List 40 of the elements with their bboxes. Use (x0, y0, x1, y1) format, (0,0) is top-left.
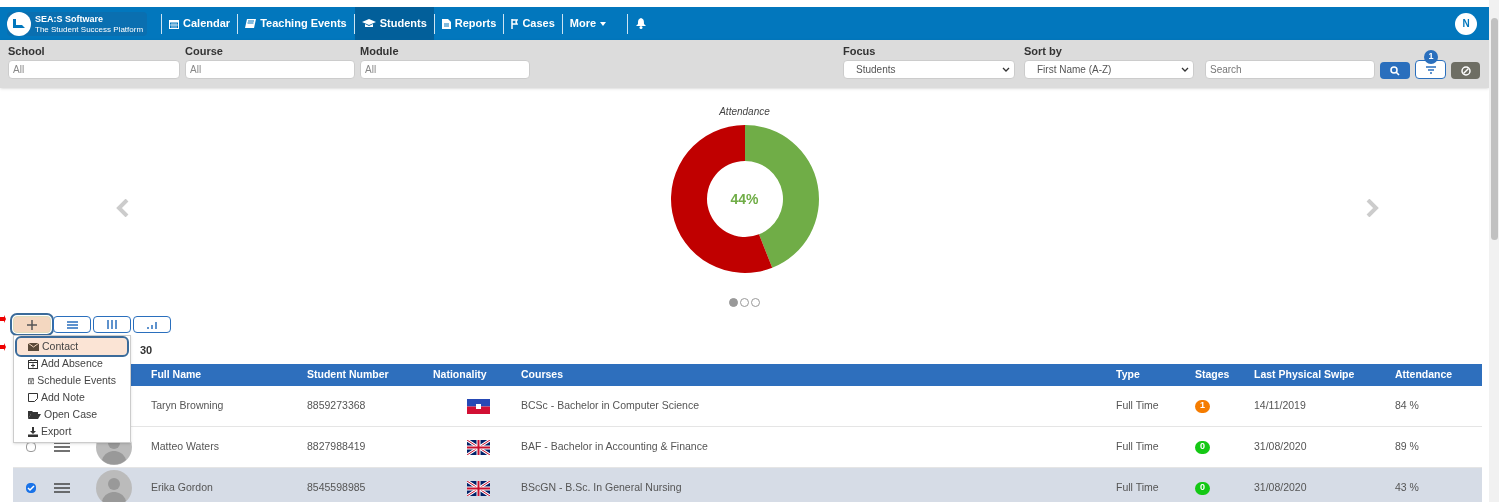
chart-center-label: 44% (729, 190, 760, 208)
table-cell-text: 14/11/2019 (1254, 398, 1307, 414)
field-label: Course (185, 44, 224, 59)
field-label: Focus (843, 44, 877, 59)
column-header: Attendance (1395, 367, 1454, 383)
field-label: Module (360, 44, 400, 59)
table-cell-text: 43 % (1395, 480, 1420, 496)
table-cell-text: 8859273368 (307, 398, 367, 414)
table-cell-text: 31/08/2020 (1254, 439, 1308, 455)
table-cell-text: Matteo Waters (151, 439, 220, 455)
chart-title: Attendance (719, 105, 770, 119)
result-count: 30 (140, 342, 153, 358)
table-cell-text: 84 % (1395, 398, 1420, 414)
column-header: Last Physical Swipe (1254, 367, 1356, 383)
logo-title: SEA:S Software (35, 13, 104, 24)
table-cell-text: 89 % (1395, 439, 1420, 455)
table-cell-text: 8827988419 (307, 439, 367, 455)
table-cell-text: 31/08/2020 (1254, 480, 1308, 496)
stage-badge: 0 (1195, 481, 1210, 495)
table-cell-text: 8545598985 (307, 480, 367, 496)
table-cell-text: Erika Gordon (151, 480, 214, 496)
column-header: Type (1116, 367, 1141, 383)
logo-tagline: The Student Success Platform (35, 24, 144, 34)
table-cell-text: Full Time (1116, 398, 1160, 414)
table-cell-text: Full Time (1116, 480, 1160, 496)
filter-count-badge: 1 (1424, 50, 1438, 64)
table-cell-text: Full Time (1116, 439, 1160, 455)
table-cell-text: Taryn Browning (151, 398, 225, 414)
table-cell-text: BCSc - Bachelor in Computer Science (521, 398, 700, 414)
stage-badge: 0 (1195, 440, 1210, 454)
field-label: School (8, 44, 46, 59)
stage-badge: 1 (1195, 399, 1210, 413)
column-header: Courses (521, 367, 564, 383)
column-header: Stages (1195, 367, 1231, 383)
table-cell-text: BScGN - B.Sc. In General Nursing (521, 480, 683, 496)
column-header: Full Name (151, 367, 203, 383)
table-cell-text: BAF - Bachelor in Accounting & Finance (521, 439, 709, 455)
column-header: Nationality (433, 367, 488, 383)
field-label: Sort by (1024, 44, 1063, 59)
column-header: Student Number (307, 367, 390, 383)
